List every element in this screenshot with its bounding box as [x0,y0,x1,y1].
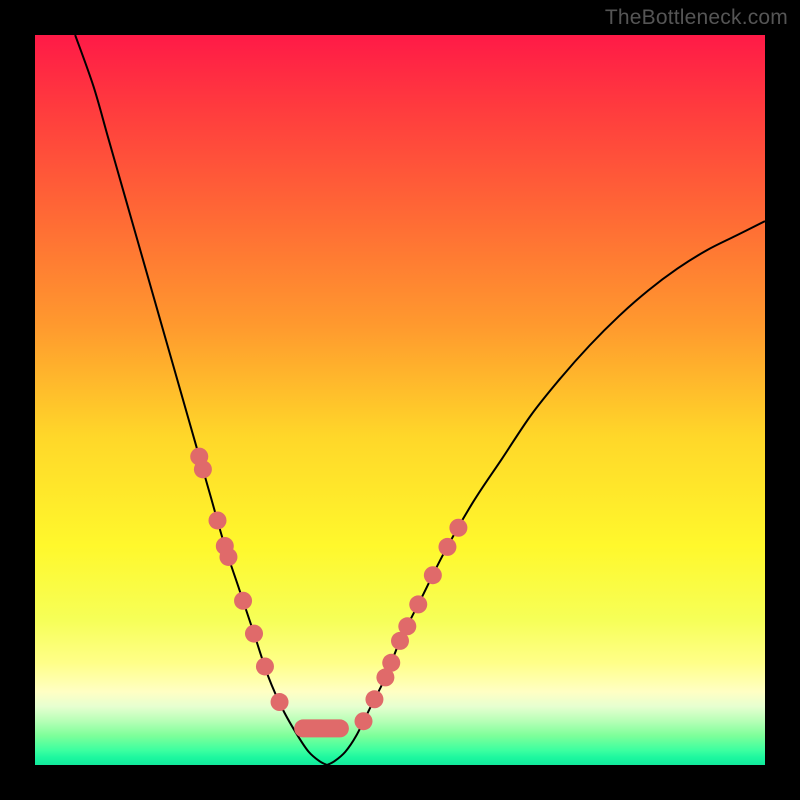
curve-left-branch [75,35,327,765]
gradient-plot-area [35,35,765,765]
data-bead [438,538,456,556]
data-bead [355,712,373,730]
data-bead [398,617,416,635]
data-bead [219,548,237,566]
data-bead [365,690,383,708]
data-bead [424,566,442,584]
data-bead [256,657,274,675]
data-bead [194,460,212,478]
data-bead [234,592,252,610]
curve-right-branch [327,221,765,765]
data-bead [409,595,427,613]
watermark-text: TheBottleneck.com [605,6,788,30]
data-bead [271,693,289,711]
data-bead [382,654,400,672]
data-bead [449,519,467,537]
data-bead [245,625,263,643]
chart-frame: TheBottleneck.com [0,0,800,800]
curve-overlay [35,35,765,765]
valley-flat-bar [294,719,349,737]
data-bead [209,511,227,529]
